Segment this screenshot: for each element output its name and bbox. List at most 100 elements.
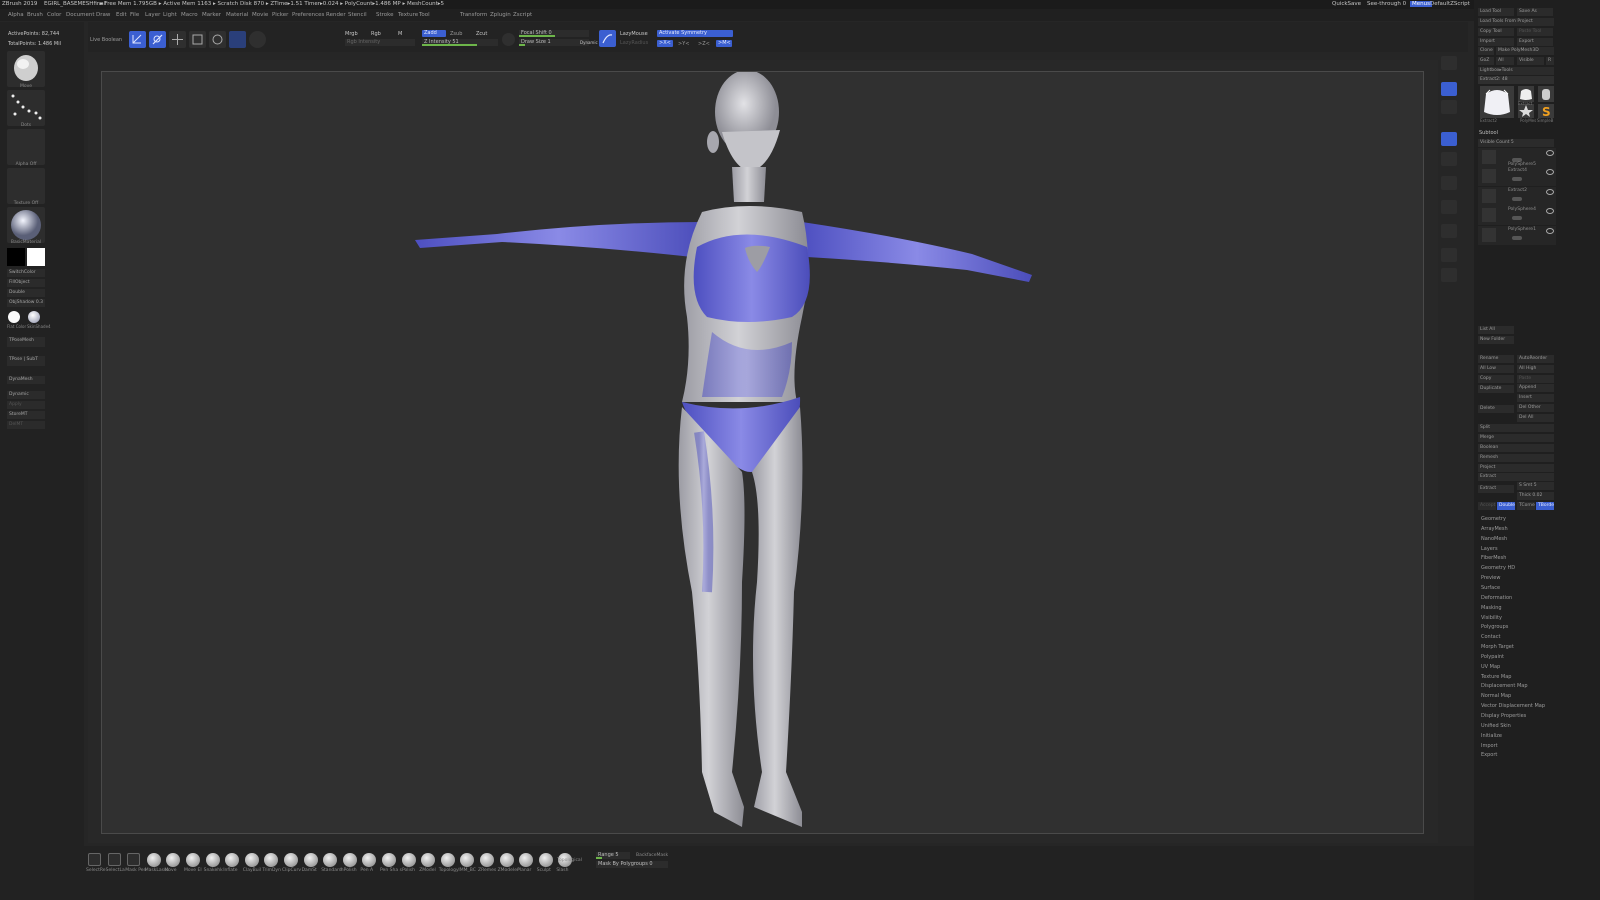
- skinshade-material-icon[interactable]: [28, 311, 40, 323]
- goz-r-button[interactable]: R: [1546, 57, 1554, 65]
- menu-draw[interactable]: Draw: [96, 12, 110, 18]
- tpose-subt-button[interactable]: TPose | SubT: [7, 356, 45, 366]
- subtool-project-button[interactable]: Project: [1478, 464, 1554, 472]
- brush-zmodeler-icon[interactable]: [499, 853, 514, 867]
- menu-texture[interactable]: Texture: [398, 12, 418, 18]
- load-tool-button[interactable]: Load Tool: [1478, 8, 1514, 16]
- clone-button[interactable]: Clone: [1478, 47, 1494, 55]
- brush-move-el-icon[interactable]: [186, 853, 200, 867]
- nav-button-floor[interactable]: [1441, 224, 1457, 238]
- subtool-del-all-button[interactable]: Del All: [1517, 414, 1554, 422]
- subpalette-export[interactable]: Export: [1481, 752, 1497, 758]
- polyframe-button[interactable]: [229, 31, 246, 48]
- subtool-del-other-button[interactable]: Del Other: [1517, 404, 1554, 412]
- subtool-extract-button[interactable]: Extract: [1478, 473, 1554, 481]
- subpalette-polypaint[interactable]: Polypaint: [1481, 654, 1504, 660]
- subtool-list-all-button[interactable]: List All: [1478, 326, 1514, 334]
- draw-button[interactable]: [149, 31, 166, 48]
- secondary-color-swatch[interactable]: [7, 248, 25, 266]
- menu-transform[interactable]: Transform: [460, 12, 487, 18]
- menu-tool[interactable]: Tool: [419, 12, 430, 18]
- subpalette-contact[interactable]: Contact: [1481, 634, 1500, 640]
- quicksave-button[interactable]: QuickSave: [1332, 1, 1361, 7]
- subtool-all-high-button[interactable]: All High: [1517, 365, 1554, 373]
- lazymouse-label[interactable]: LazyMouse: [620, 31, 648, 37]
- goz-button[interactable]: GoZ: [1478, 57, 1494, 65]
- rgb-button[interactable]: Rgb: [371, 31, 381, 37]
- brush-claybuil-icon[interactable]: [244, 853, 259, 867]
- menu-preferences[interactable]: Preferences: [292, 12, 324, 18]
- menu-macro[interactable]: Macro: [181, 12, 198, 18]
- menus-toggle[interactable]: Menus: [1410, 1, 1432, 7]
- subtool-merge-button[interactable]: Merge: [1478, 434, 1554, 442]
- brush-selector[interactable]: [7, 51, 45, 87]
- subtool-item[interactable]: PolySphere5: [1478, 148, 1556, 167]
- visibility-eye-icon[interactable]: [1546, 150, 1554, 156]
- texture-selector[interactable]: [7, 168, 45, 204]
- default-zscript-button[interactable]: DefaultZScript: [1430, 1, 1470, 7]
- canvas-viewport[interactable]: [101, 71, 1424, 834]
- tool-thumbnail-extract[interactable]: [1518, 86, 1534, 102]
- see-through-slider[interactable]: See-through 0: [1367, 1, 1406, 7]
- backface-mask-toggle[interactable]: BackfaceMask: [636, 853, 668, 858]
- focal-icon-button[interactable]: [502, 33, 515, 46]
- zsub-button[interactable]: Zsub: [450, 31, 462, 37]
- flat-color-material-icon[interactable]: [8, 311, 20, 323]
- nav-button-zoom[interactable]: [1441, 132, 1457, 146]
- paste-tool-button[interactable]: Paste Tool: [1517, 28, 1553, 36]
- polypaint-toggle[interactable]: [1512, 177, 1522, 181]
- symmetry-m-button[interactable]: >M<: [716, 40, 732, 47]
- visibility-eye-icon[interactable]: [1546, 208, 1554, 214]
- stroke-selector[interactable]: [7, 90, 45, 126]
- draw-size-slider[interactable]: Draw Size 1: [519, 39, 589, 46]
- brush-hpolish-icon[interactable]: [342, 853, 357, 867]
- subpalette-initialize[interactable]: Initialize: [1481, 733, 1502, 739]
- brush-topology-icon[interactable]: [440, 853, 455, 867]
- subtool-smooth-button[interactable]: S Smt 5: [1517, 482, 1554, 490]
- subpalette-polygroups[interactable]: Polygroups: [1481, 624, 1508, 630]
- symmetry-z-button[interactable]: >Z<: [698, 41, 710, 47]
- import-tool-button[interactable]: Import: [1478, 38, 1514, 46]
- rotate-button[interactable]: [209, 31, 226, 48]
- dynamic-button[interactable]: Dynamic: [7, 391, 45, 399]
- material-selector[interactable]: [7, 207, 45, 243]
- menu-material[interactable]: Material: [226, 12, 248, 18]
- polypaint-toggle[interactable]: [1512, 197, 1522, 201]
- brush-spolish-icon[interactable]: [401, 853, 416, 867]
- z-intensity-slider[interactable]: Z Intensity 51: [422, 39, 498, 46]
- brush-sculpt-icon[interactable]: [538, 853, 553, 867]
- topological-toggle[interactable]: Topological: [557, 858, 582, 863]
- subtool-copy-button[interactable]: Copy: [1478, 375, 1514, 383]
- mask-by-polygroups-slider[interactable]: Mask By Polygroups 0: [596, 861, 668, 868]
- subtool-new-folder-button[interactable]: New Folder: [1478, 336, 1514, 344]
- menu-file[interactable]: File: [130, 12, 139, 18]
- nav-button-frame[interactable]: [1441, 268, 1457, 282]
- visibility-eye-icon[interactable]: [1546, 189, 1554, 195]
- nav-button-local[interactable]: [1441, 248, 1457, 262]
- obj-shadow-slider[interactable]: ObjShadow 0.3: [7, 299, 45, 307]
- subpalette-texture-map[interactable]: Texture Map: [1481, 674, 1511, 680]
- menu-zplugin[interactable]: Zplugin: [490, 12, 511, 18]
- make-polymesh3d-button[interactable]: Make PolyMesh3D: [1496, 47, 1554, 55]
- scale-button[interactable]: [189, 31, 206, 48]
- double-button[interactable]: Double: [7, 289, 45, 297]
- subtool-rename-button[interactable]: Rename: [1478, 355, 1514, 363]
- visibility-eye-icon[interactable]: [1546, 228, 1554, 234]
- subtool-delete-button[interactable]: Delete: [1478, 405, 1514, 413]
- zcut-button[interactable]: Zcut: [476, 31, 487, 37]
- primary-color-swatch[interactable]: [27, 248, 45, 266]
- menu-document[interactable]: Document: [66, 12, 95, 18]
- menu-render[interactable]: Render: [326, 12, 346, 18]
- dynamic-toggle[interactable]: Dynamic: [580, 40, 598, 45]
- subtool-split-button[interactable]: Split: [1478, 424, 1554, 432]
- focal-shift-slider[interactable]: Focal Shift 0: [519, 30, 589, 37]
- gyro-button[interactable]: [249, 31, 266, 48]
- nav-button-actual[interactable]: [1441, 152, 1457, 166]
- goz-visible-button[interactable]: Visible: [1517, 57, 1544, 65]
- subtool-tborder-button[interactable]: TBorder: [1536, 502, 1554, 510]
- symmetry-y-button[interactable]: >Y<: [678, 41, 689, 47]
- range-slider[interactable]: Range 5: [596, 852, 630, 859]
- subpalette-visibility[interactable]: Visibility: [1481, 615, 1502, 621]
- menu-edit[interactable]: Edit: [116, 12, 127, 18]
- menu-stroke[interactable]: Stroke: [376, 12, 394, 18]
